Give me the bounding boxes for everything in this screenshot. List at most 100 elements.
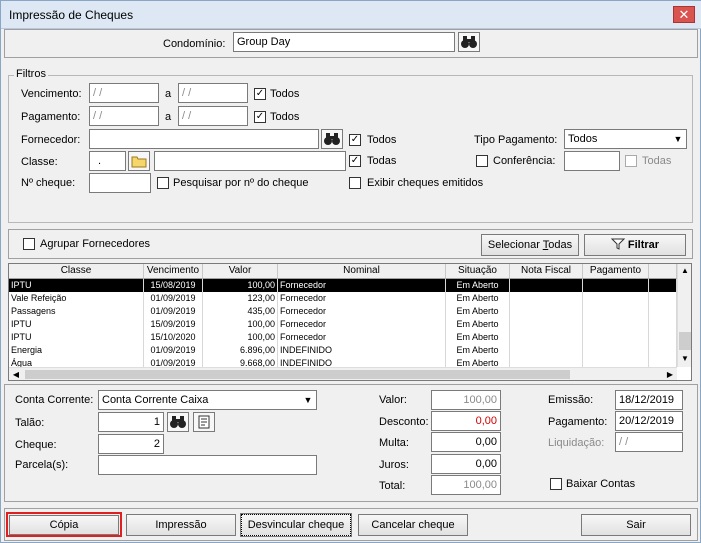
vencimento-todos-checkbox[interactable]: ✓ [254, 88, 266, 100]
cell-nota-fiscal [510, 318, 583, 331]
col-header-nominal[interactable]: Nominal [278, 264, 446, 279]
vertical-scrollbar[interactable]: ▲ ▼ [677, 264, 691, 367]
classe-label: Classe: [21, 156, 58, 168]
cell-nominal: INDEFINIDO [278, 357, 446, 367]
hscroll-thumb[interactable] [25, 370, 570, 379]
scroll-up-icon[interactable]: ▲ [678, 264, 691, 278]
cell-pagamento [583, 292, 649, 305]
cell-nota-fiscal [510, 344, 583, 357]
scroll-thumb[interactable] [679, 332, 691, 350]
vencimento-todos-label: Todos [270, 88, 300, 100]
exibir-emitidos-checkbox[interactable] [349, 177, 361, 189]
classe-todas-checkbox[interactable]: ✓ [349, 155, 361, 167]
cheques-grid[interactable]: Classe Vencimento Valor Nominal Situação… [8, 263, 692, 381]
table-row[interactable]: IPTU 15/09/2019 100,00 Fornecedor Em Aberto [9, 318, 677, 331]
fornecedor-label: Fornecedor: [21, 134, 81, 146]
multa-field[interactable]: 0,00 [431, 432, 501, 452]
talao-label: Talão: [15, 417, 45, 429]
classe-folder-button[interactable] [128, 151, 150, 171]
pagamento-date-label: Pagamento: [548, 416, 608, 428]
cell-vencimento: 15/08/2019 [144, 279, 203, 292]
col-header-vencimento[interactable]: Vencimento [144, 264, 203, 279]
classe-description-field[interactable] [154, 151, 346, 171]
desvincular-cheque-button[interactable]: Desvincular cheque [240, 513, 352, 537]
table-row[interactable]: IPTU 15/10/2020 100,00 Fornecedor Em Aberto [9, 331, 677, 344]
cancelar-cheque-button[interactable]: Cancelar cheque [358, 514, 468, 536]
vencimento-to-field[interactable]: / / [178, 83, 248, 103]
pesquisar-cheque-checkbox[interactable] [157, 177, 169, 189]
vencimento-sep: a [165, 88, 172, 100]
cell-nota-fiscal [510, 305, 583, 318]
desconto-field[interactable]: 0,00 [431, 411, 501, 431]
condominio-field[interactable]: Group Day [233, 32, 455, 52]
conta-corrente-select[interactable]: Conta Corrente Caixa ▼ [98, 390, 317, 410]
col-header-situacao[interactable]: Situação [446, 264, 510, 279]
title-bar: Impressão de Cheques ✕ [1, 1, 701, 29]
scroll-down-icon[interactable]: ▼ [678, 352, 691, 366]
conferencia-todas-checkbox[interactable] [625, 155, 637, 167]
cell-vencimento: 15/10/2020 [144, 331, 203, 344]
scroll-left-icon[interactable]: ◀ [9, 368, 23, 380]
cell-pagamento [583, 318, 649, 331]
baixar-contas-checkbox[interactable] [550, 478, 562, 490]
conferencia-field[interactable] [564, 151, 620, 171]
table-row[interactable]: Vale Refeição 01/09/2019 123,00 Fornecedor E… [9, 292, 677, 305]
grid-body: IPTU 15/08/2019 100,00 Fornecedor Em Aberto V… [9, 279, 677, 367]
cell-nominal: Fornecedor [278, 331, 446, 344]
cell-filler [649, 344, 677, 357]
pagamento-to-field[interactable]: / / [178, 106, 248, 126]
valor-field[interactable]: 100,00 [431, 390, 501, 410]
desconto-label: Desconto: [379, 416, 429, 428]
copia-button[interactable]: Cópia [9, 515, 119, 535]
filtros-legend: Filtros [14, 68, 48, 80]
col-header-classe[interactable]: Classe [9, 264, 144, 279]
conferencia-checkbox[interactable] [476, 155, 488, 167]
vencimento-label: Vencimento: [21, 88, 82, 100]
impressao-button[interactable]: Impressão [126, 514, 236, 536]
cell-nominal: INDEFINIDO [278, 344, 446, 357]
agrupar-checkbox[interactable] [23, 238, 35, 250]
cheque-number-label: Nº cheque: [21, 177, 76, 189]
pagamento-from-field[interactable]: / / [89, 106, 159, 126]
table-row[interactable]: Passagens 01/09/2019 435,00 Fornecedor Em Ab… [9, 305, 677, 318]
liquidacao-field[interactable]: / / [615, 432, 683, 452]
pagamento-label: Pagamento: [21, 111, 81, 123]
cell-classe: IPTU [9, 279, 144, 292]
horizontal-scrollbar[interactable]: ◀ ▶ [9, 367, 677, 380]
filtrar-button[interactable]: Filtrar [584, 234, 686, 256]
juros-field[interactable]: 0,00 [431, 454, 501, 474]
cell-filler [649, 279, 677, 292]
emissao-field[interactable]: 18/12/2019 [615, 390, 683, 410]
search-condominio-button[interactable] [458, 32, 480, 52]
talao-details-button[interactable] [193, 412, 215, 432]
parcela-field[interactable] [98, 455, 317, 475]
search-talao-button[interactable] [167, 412, 189, 432]
fornecedor-todos-checkbox[interactable]: ✓ [349, 134, 361, 146]
col-header-nota-fiscal[interactable]: Nota Fiscal [510, 264, 583, 279]
cheque-number-field[interactable] [89, 173, 151, 193]
col-header-pagamento[interactable]: Pagamento [583, 264, 649, 279]
cell-nominal: Fornecedor [278, 292, 446, 305]
pagamento-todos-checkbox[interactable]: ✓ [254, 111, 266, 123]
selecionar-todas-button[interactable]: Selecionar Todas [481, 234, 579, 256]
fornecedor-field[interactable] [89, 129, 319, 149]
tipo-pagamento-select[interactable]: Todos ▼ [564, 129, 687, 149]
close-button[interactable]: ✕ [673, 6, 695, 23]
cell-classe: Água [9, 357, 144, 367]
binoculars-icon [324, 133, 340, 145]
vencimento-from-field[interactable]: / / [89, 83, 159, 103]
table-row[interactable]: Água 01/09/2019 9.668,00 INDEFINIDO Em Abert… [9, 357, 677, 367]
table-row[interactable]: Energia 01/09/2019 6.896,00 INDEFINIDO Em Ab… [9, 344, 677, 357]
classe-code-field[interactable]: . [89, 151, 126, 171]
filtrar-label: Filtrar [627, 239, 660, 251]
cell-classe: Passagens [9, 305, 144, 318]
cheque-field[interactable]: 2 [98, 434, 164, 454]
scroll-right-icon[interactable]: ▶ [663, 368, 677, 380]
col-header-valor[interactable]: Valor [203, 264, 278, 279]
talao-field[interactable]: 1 [98, 412, 164, 432]
total-field[interactable]: 100,00 [431, 475, 501, 495]
table-row[interactable]: IPTU 15/08/2019 100,00 Fornecedor Em Aberto [9, 279, 677, 292]
search-fornecedor-button[interactable] [321, 129, 343, 149]
sair-button[interactable]: Sair [581, 514, 691, 536]
pagamento-date-field[interactable]: 20/12/2019 [615, 411, 683, 431]
